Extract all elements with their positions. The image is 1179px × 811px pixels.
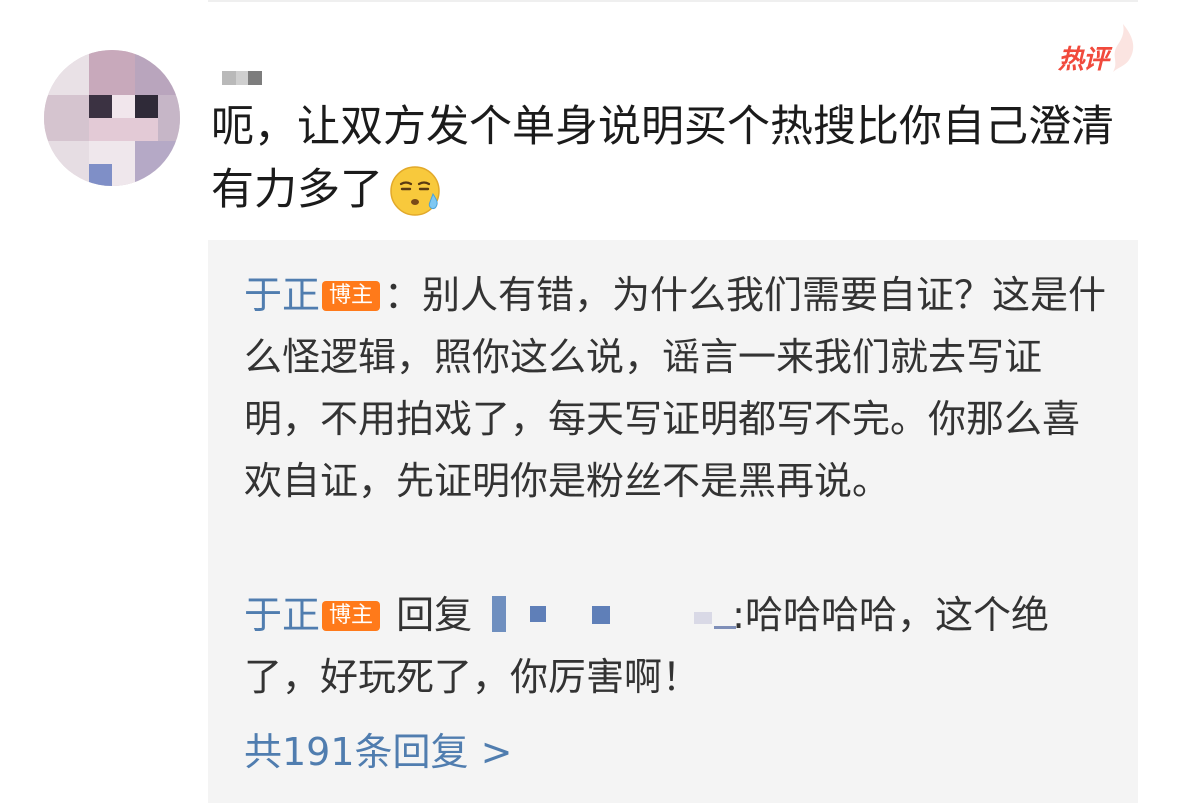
author-badge: 博主 bbox=[322, 281, 381, 311]
sweat-emoji-icon bbox=[390, 166, 440, 216]
reply-item: 于正 博主 回复 :哈哈哈哈，这个绝了，好玩死了，你厉害啊！ bbox=[244, 584, 1114, 708]
reply-separator: : bbox=[732, 593, 745, 637]
reply-author[interactable]: 于正 bbox=[244, 593, 320, 637]
avatar[interactable] bbox=[44, 50, 180, 186]
mentioned-username[interactable] bbox=[482, 592, 737, 636]
comment-text: 呃，让双方发个单身说明买个热搜比你自己澄清有力多了 bbox=[211, 102, 1114, 215]
reply-item: 于正 博主 ：别人有错，为什么我们需要自证？这是什么怪逻辑，照你这么说，谣言一来我们… bbox=[244, 264, 1114, 512]
hot-comment-badge: 热评 bbox=[1058, 45, 1109, 75]
reply-word: 回复 bbox=[396, 593, 473, 637]
comment-body: 呃，让双方发个单身说明买个热搜比你自己澄清有力多了 bbox=[211, 96, 1151, 222]
author-badge: 博主 bbox=[322, 601, 381, 631]
divider bbox=[208, 0, 1138, 2]
view-all-replies-link[interactable]: 共191条回复 > bbox=[244, 726, 512, 778]
comment-card: 热评 呃，让双方发个单身说明买个热搜比你自己澄清有力多了 于正 博主 ：别人有错，为… bbox=[0, 0, 1179, 811]
replies-panel: 于正 博主 ：别人有错，为什么我们需要自证？这是什么怪逻辑，照你这么说，谣言一来我们… bbox=[208, 240, 1138, 803]
reply-author[interactable]: 于正 bbox=[244, 273, 320, 317]
username[interactable] bbox=[222, 69, 262, 87]
reply-separator: ： bbox=[384, 273, 423, 317]
